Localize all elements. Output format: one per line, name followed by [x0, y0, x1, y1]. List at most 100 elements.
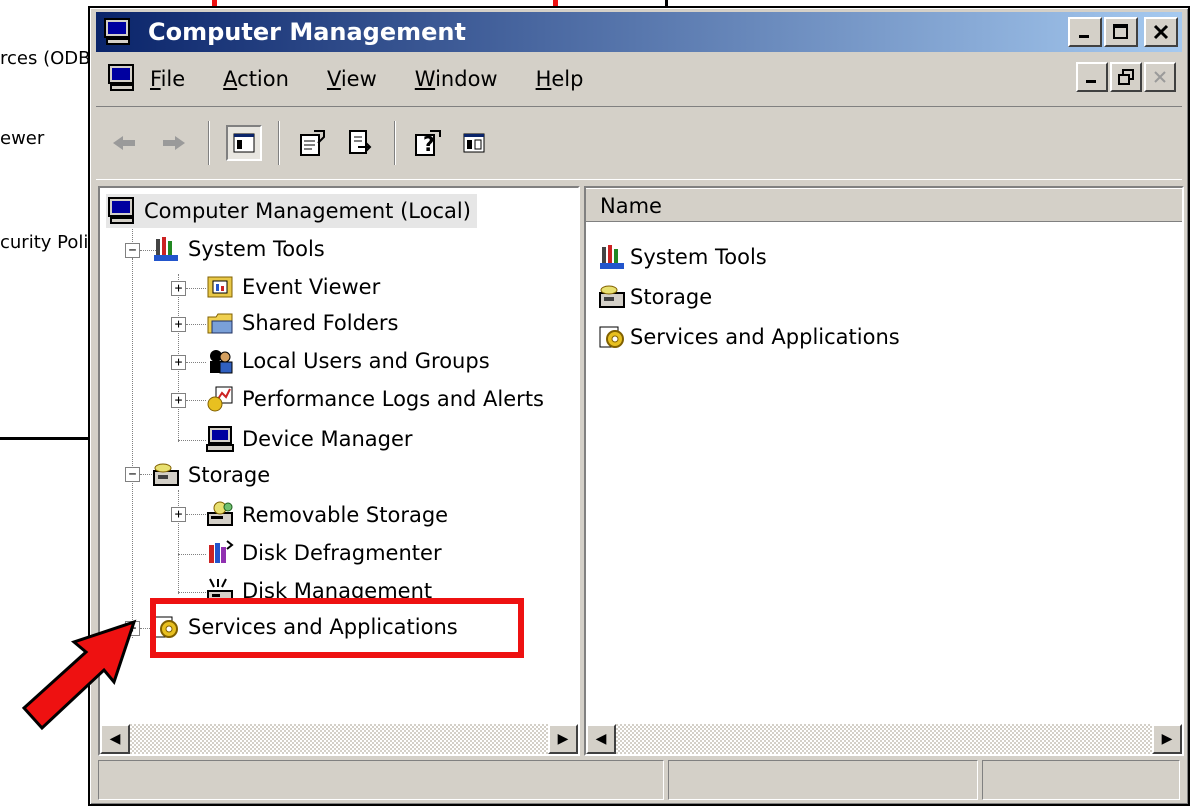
performance-logs-icon — [204, 383, 236, 415]
tree-item-root[interactable]: Computer Management (Local) — [106, 194, 477, 228]
title-bar[interactable]: Computer Management — [96, 12, 1182, 52]
properties-icon[interactable] — [294, 125, 330, 161]
tree-label-disk-defrag: Disk Defragmenter — [242, 541, 442, 565]
tree-horizontal-scrollbar[interactable]: ◀ ▶ — [100, 724, 578, 754]
show-hide-action-pane-icon[interactable] — [456, 125, 492, 161]
bg-item-event-viewer[interactable]: ewer — [0, 128, 44, 149]
tree-label-event-viewer: Event Viewer — [242, 275, 381, 299]
menu-action-rest: ction — [237, 67, 289, 91]
status-cell — [98, 760, 664, 800]
maximize-button[interactable] — [1104, 17, 1138, 47]
menu-help-rest: elp — [551, 67, 584, 91]
list-item[interactable]: Storage — [596, 280, 712, 314]
status-cell — [982, 760, 1180, 800]
menu-file-mnemonic: F — [150, 67, 161, 91]
close-button[interactable] — [1144, 17, 1178, 47]
svg-text:?: ? — [423, 132, 435, 156]
menu-window-rest: indow — [435, 67, 498, 91]
window-title: Computer Management — [148, 18, 466, 46]
storage-icon — [150, 459, 182, 491]
highlight-box — [150, 598, 524, 658]
computer-icon — [106, 195, 138, 227]
device-manager-icon — [204, 423, 236, 455]
list-horizontal-scrollbar[interactable]: ◀ ▶ — [586, 724, 1182, 754]
help-icon[interactable]: ? — [410, 125, 446, 161]
list-item-label: System Tools — [630, 245, 767, 269]
child-restore-button[interactable] — [1110, 62, 1142, 92]
expand-local-users-toggle[interactable]: + — [171, 355, 186, 370]
menu-action-mnemonic: A — [223, 67, 238, 91]
computer-icon — [102, 16, 134, 48]
menu-window[interactable]: Window — [415, 67, 498, 91]
tree-item-storage[interactable]: Storage — [150, 458, 270, 492]
column-header-bar: Name — [586, 188, 1182, 222]
tree-item-device-manager[interactable]: Device Manager — [204, 422, 413, 456]
storage-icon — [596, 281, 628, 313]
tree-item-system-tools[interactable]: System Tools — [150, 232, 325, 266]
menu-bar: File Action View Window Help — [96, 56, 1182, 102]
tree-item-local-users[interactable]: Local Users and Groups — [204, 344, 490, 378]
back-arrow-icon[interactable] — [106, 125, 142, 161]
menu-help-mnemonic: H — [535, 67, 552, 91]
menu-file[interactable]: File — [150, 67, 185, 91]
computer-management-window: Computer Management File Action View Win… — [88, 6, 1190, 806]
minimize-button[interactable] — [1068, 17, 1102, 47]
list-item-label: Storage — [630, 285, 713, 309]
menu-action[interactable]: Action — [223, 67, 289, 91]
tree-item-shared-folders[interactable]: Shared Folders — [204, 306, 398, 340]
bg-item-security-policy[interactable]: curity Polic — [0, 232, 98, 253]
services-applications-icon — [596, 321, 628, 353]
folder-icon — [204, 307, 236, 339]
child-close-button[interactable] — [1144, 62, 1176, 92]
column-header-name[interactable]: Name — [586, 188, 1182, 222]
tree-label-perf-logs: Performance Logs and Alerts — [242, 387, 544, 411]
tree-label-root: Computer Management (Local) — [144, 199, 471, 223]
system-tools-icon — [596, 241, 628, 273]
scroll-track[interactable] — [616, 724, 1152, 754]
show-hide-tree-icon[interactable] — [226, 125, 262, 161]
bg-item-odbc[interactable]: rces (ODB — [0, 48, 90, 69]
menu-file-rest: ile — [160, 67, 186, 91]
menu-help[interactable]: Help — [536, 67, 584, 91]
forward-arrow-icon[interactable] — [156, 125, 192, 161]
details-pane[interactable]: Name System Tools Storage Services and A… — [584, 186, 1184, 756]
status-cell — [668, 760, 978, 800]
expand-shared-folders-toggle[interactable]: + — [171, 317, 186, 332]
system-tools-icon — [150, 233, 182, 265]
menu-view-rest: iew — [340, 67, 377, 91]
tree-label-local-users: Local Users and Groups — [242, 349, 490, 373]
scroll-left-arrow-icon[interactable]: ◀ — [586, 724, 616, 754]
tree-label-system-tools: System Tools — [188, 237, 325, 261]
scroll-right-arrow-icon[interactable]: ▶ — [548, 724, 578, 754]
tree-label-storage: Storage — [188, 463, 271, 487]
disk-defragmenter-icon — [204, 537, 236, 569]
menu-window-mnemonic: W — [414, 67, 436, 91]
tree-item-perf-logs[interactable]: Performance Logs and Alerts — [204, 382, 544, 416]
export-list-icon[interactable] — [342, 125, 378, 161]
expand-perf-logs-toggle[interactable]: + — [171, 393, 186, 408]
list-item[interactable]: System Tools — [596, 240, 767, 274]
collapse-storage-toggle[interactable]: − — [125, 467, 140, 482]
tree-item-disk-defrag[interactable]: Disk Defragmenter — [204, 536, 442, 570]
users-icon — [204, 345, 236, 377]
menu-view[interactable]: View — [327, 67, 377, 91]
list-item-label: Services and Applications — [630, 325, 900, 349]
toolbar: ? — [96, 106, 1182, 180]
collapse-system-tools-toggle[interactable]: − — [125, 243, 140, 258]
console-icon[interactable] — [106, 62, 138, 94]
scroll-track[interactable] — [130, 724, 548, 754]
console-tree-pane[interactable]: − + + + + − + + Computer Management (Loc… — [98, 186, 580, 756]
tree-label-shared-folders: Shared Folders — [242, 311, 399, 335]
tree-label-device-manager: Device Manager — [242, 427, 413, 451]
status-bar — [98, 760, 1180, 800]
tree-item-removable-storage[interactable]: Removable Storage — [204, 498, 448, 532]
list-item[interactable]: Services and Applications — [596, 320, 900, 354]
expand-event-viewer-toggle[interactable]: + — [171, 281, 186, 296]
column-header-name-label: Name — [600, 193, 662, 218]
tree-item-event-viewer[interactable]: Event Viewer — [204, 270, 380, 304]
child-minimize-button[interactable] — [1076, 62, 1108, 92]
tree-label-removable-storage: Removable Storage — [242, 503, 449, 527]
removable-storage-icon — [204, 499, 236, 531]
scroll-right-arrow-icon[interactable]: ▶ — [1152, 724, 1182, 754]
expand-removable-storage-toggle[interactable]: + — [171, 507, 186, 522]
